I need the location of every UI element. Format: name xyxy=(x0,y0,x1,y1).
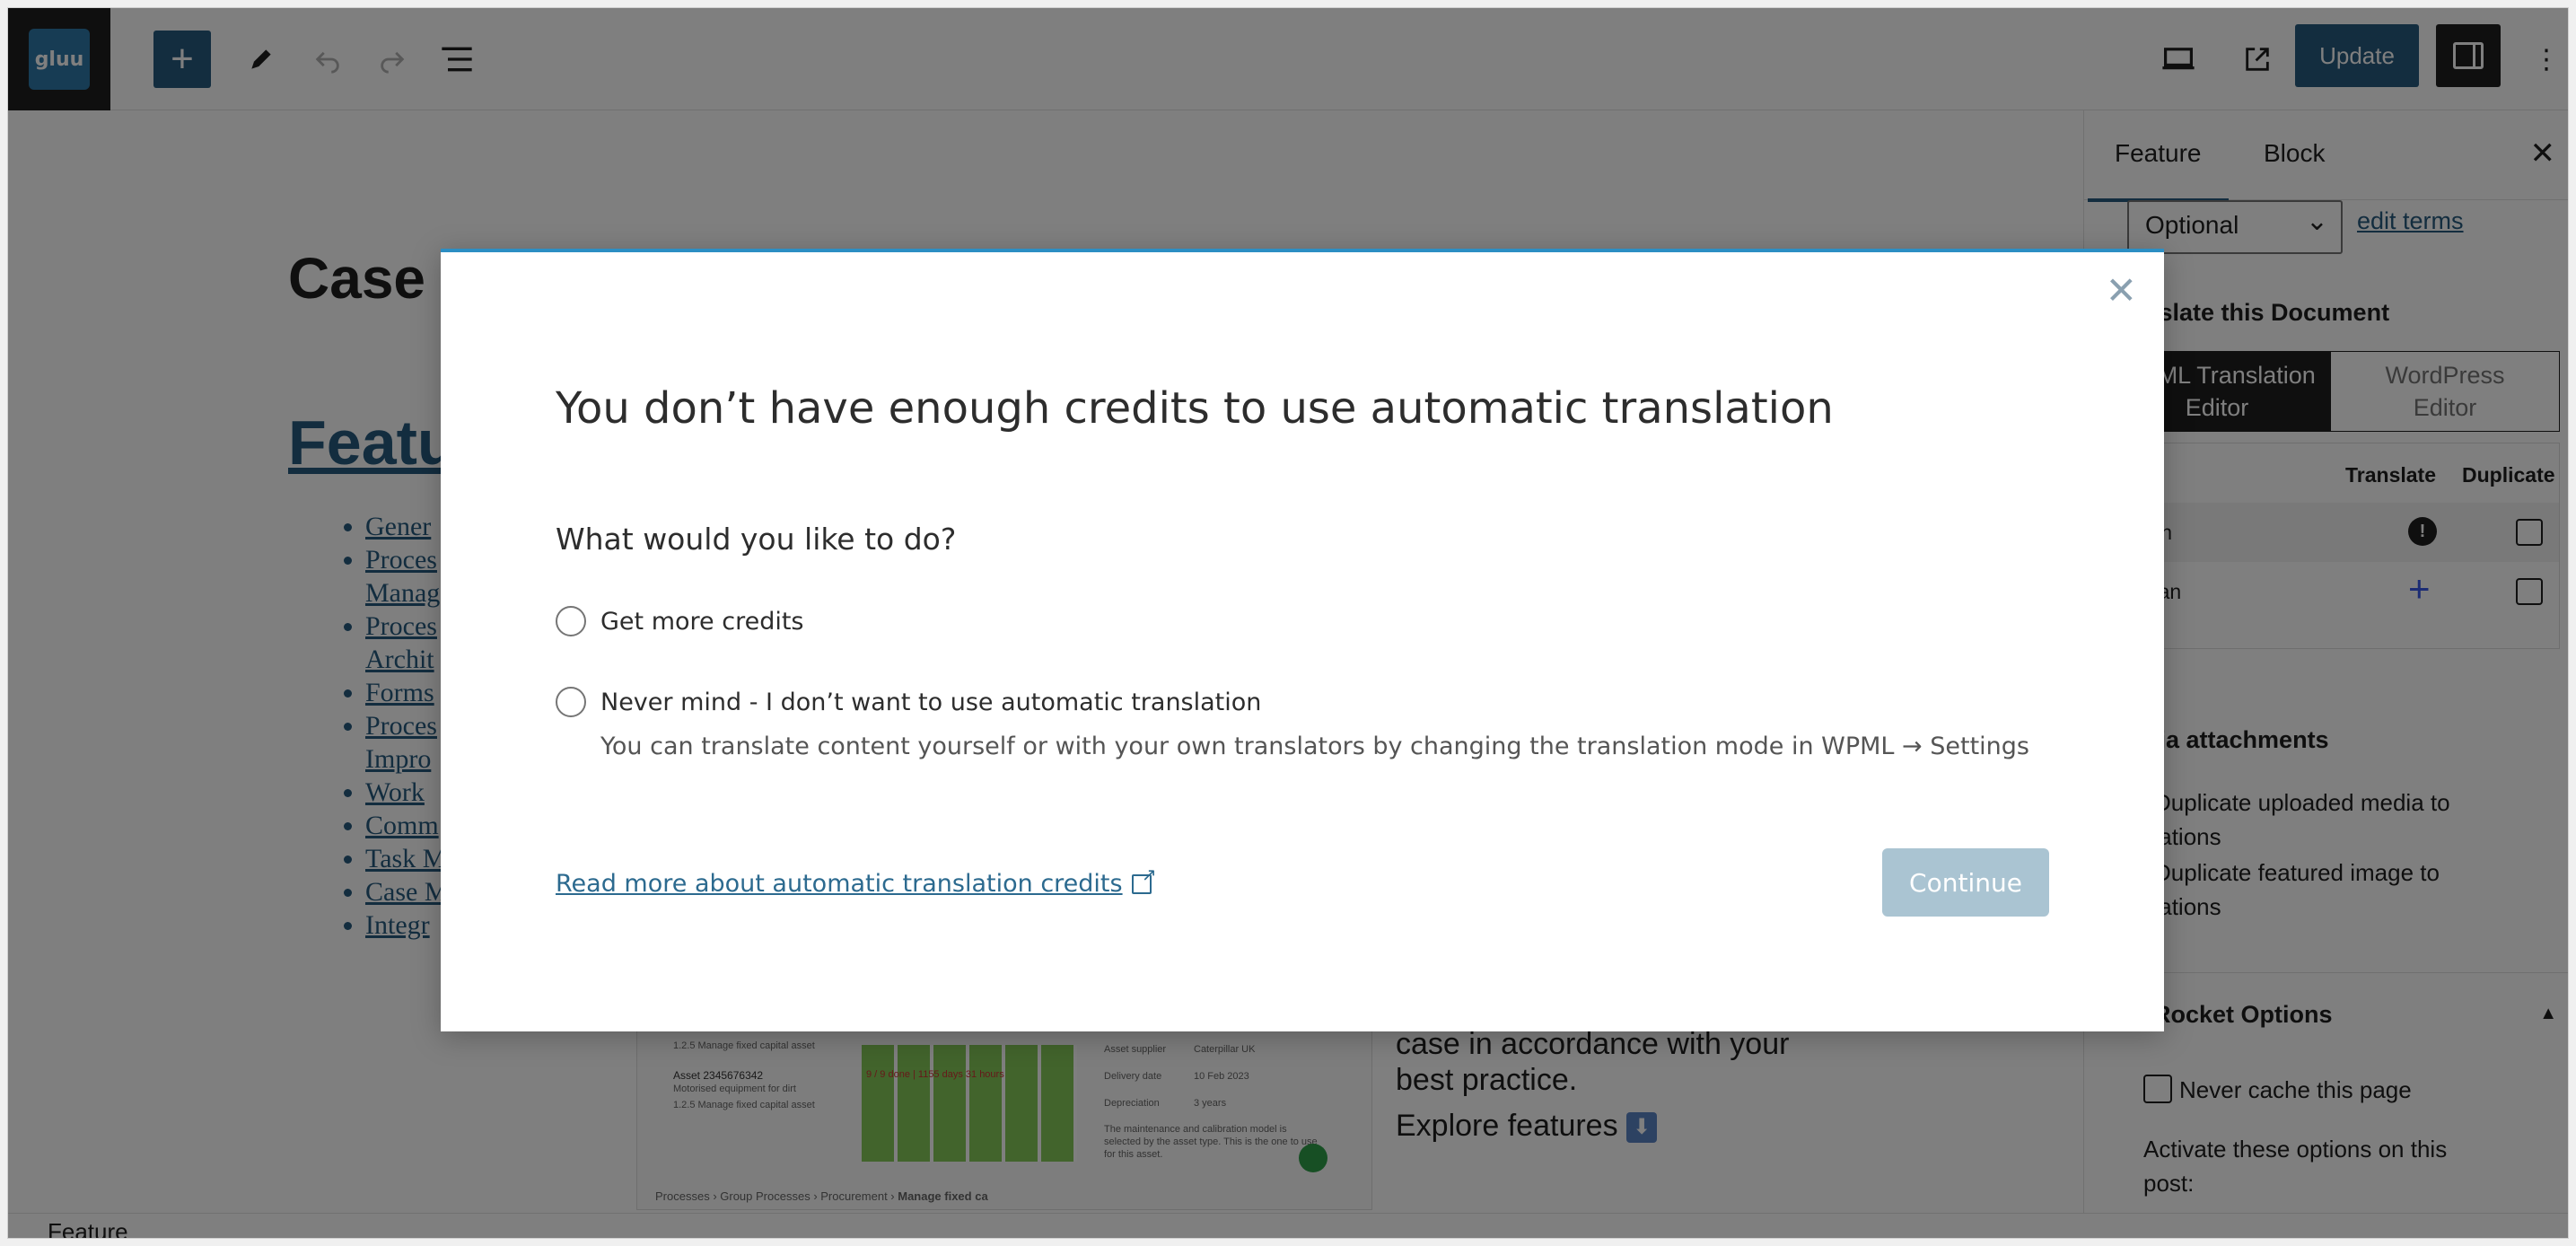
close-icon: ✕ xyxy=(2105,268,2137,312)
option-hint-text: You can translate content yourself or wi… xyxy=(600,733,2029,760)
dialog-title: You don’t have enough credits to use aut… xyxy=(556,383,1834,434)
option-never-mind[interactable]: Never mind - I don’t want to use automat… xyxy=(556,687,1261,717)
option-label: Never mind - I don’t want to use automat… xyxy=(600,688,1262,716)
continue-button[interactable]: Continue xyxy=(1882,848,2049,917)
option-get-more-credits[interactable]: Get more credits xyxy=(556,606,803,636)
read-more-link[interactable]: Read more about automatic translation cr… xyxy=(556,864,1157,898)
app-window: gluu + Update ⋮ Case F xyxy=(7,7,2569,1239)
link-label: Read more about automatic translation cr… xyxy=(556,870,1123,898)
radio-button[interactable] xyxy=(556,606,586,636)
credits-dialog: ✕ You don’t have enough credits to use a… xyxy=(441,249,2164,1031)
option-label: Get more credits xyxy=(600,607,804,636)
dialog-close-button[interactable]: ✕ xyxy=(2106,268,2137,312)
radio-button[interactable] xyxy=(556,687,586,717)
external-link-icon xyxy=(1131,864,1157,894)
dialog-question: What would you like to do? xyxy=(556,522,957,557)
